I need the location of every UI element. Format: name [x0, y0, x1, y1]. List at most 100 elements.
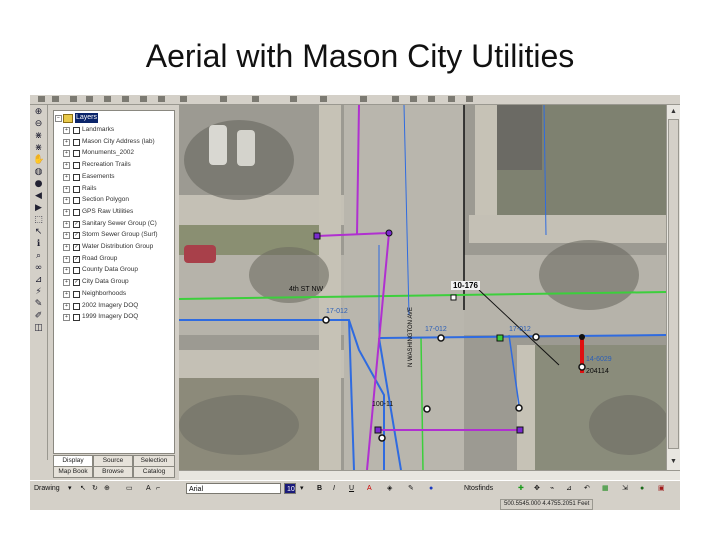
bold-button[interactable]: B [317, 484, 322, 494]
table-icon[interactable]: ▦ [602, 484, 609, 494]
font-size-arrow-icon[interactable]: ▾ [300, 484, 304, 494]
toolbar-button[interactable] [38, 96, 45, 102]
expand-icon[interactable]: + [63, 279, 70, 287]
export-icon[interactable]: ▣ [658, 484, 665, 494]
italic-button[interactable]: I [333, 484, 335, 494]
layer-row[interactable]: + ✓ Water Distribution Group [54, 242, 174, 252]
vertical-scrollbar[interactable]: ▲ ▼ [666, 105, 680, 470]
text-tool[interactable]: A [146, 484, 151, 494]
layer-row[interactable]: +2002 Imagery DOQ [54, 301, 174, 311]
forward-extent-icon[interactable]: ▶ [33, 204, 44, 213]
scroll-down-icon[interactable]: ▼ [668, 456, 679, 467]
layer-visibility-checkbox[interactable]: ✓ [73, 279, 80, 287]
full-extent-icon[interactable]: ◍ [33, 168, 44, 177]
layer-row[interactable]: + GPS Raw Utilities [54, 207, 174, 217]
layer-row[interactable]: +1999 Imagery DOQ [54, 312, 174, 322]
toolbar-button[interactable] [122, 96, 129, 102]
expand-icon[interactable]: + [63, 127, 70, 134]
layer-visibility-checkbox[interactable]: ✓ [73, 220, 80, 228]
expand-icon[interactable]: + [63, 173, 70, 181]
toolbar-button[interactable] [410, 96, 417, 102]
scale-icon[interactable]: ⇲ [622, 484, 628, 494]
toolbar-button[interactable] [360, 96, 367, 102]
layer-row[interactable]: + ✓ Sanitary Sewer Group (C) [54, 219, 174, 229]
expand-icon[interactable]: + [63, 138, 70, 146]
layer-row[interactable]: + ✓ City Data Group [54, 277, 174, 287]
layer-visibility-checkbox[interactable]: ✓ [73, 232, 80, 240]
fixed-zoom-in-icon[interactable]: ⋇ [33, 132, 44, 141]
layers-root[interactable]: − Layers [54, 113, 174, 123]
toolbar-button[interactable] [392, 96, 399, 102]
pencil-icon[interactable]: ✐ [33, 312, 44, 321]
line-color-icon[interactable]: ✎ [408, 484, 414, 494]
expand-icon[interactable]: + [63, 232, 70, 240]
underline-button[interactable]: U [349, 484, 354, 494]
toolbar-button[interactable] [70, 96, 77, 102]
layer-visibility-checkbox[interactable] [73, 267, 80, 275]
edit-icon[interactable]: ✎ [33, 300, 44, 309]
toolbar-button[interactable] [140, 96, 147, 102]
toolbar-button[interactable] [448, 96, 455, 102]
toolbar-button[interactable] [252, 96, 259, 102]
toolbar-button[interactable] [220, 96, 227, 102]
zoom-out-icon[interactable]: ⊖ [33, 120, 44, 129]
expand-icon[interactable]: + [63, 267, 70, 275]
measure-icon[interactable]: ⊿ [33, 276, 44, 285]
layer-row[interactable]: + Section Polygon [54, 195, 174, 205]
rectangle-icon[interactable]: ▭ [126, 484, 133, 494]
expand-icon[interactable]: + [63, 197, 70, 205]
map-view[interactable]: 4th ST NW 10-176 17-012 17-012 17-012 10… [179, 105, 666, 470]
layer-visibility-checkbox[interactable] [73, 138, 80, 146]
add-icon[interactable]: ✚ [518, 484, 524, 494]
edit-vertices-icon[interactable]: ⌐ [156, 484, 160, 494]
expand-icon[interactable]: + [63, 220, 70, 228]
binoculars-icon[interactable]: ∞ [33, 264, 44, 273]
layer-visibility-checkbox[interactable] [73, 302, 80, 310]
layer-row[interactable]: + Easements [54, 172, 174, 182]
layer-row[interactable]: + Monuments_2002 [54, 148, 174, 158]
back-extent-icon[interactable]: ◀ [33, 192, 44, 201]
marker-color-icon[interactable]: ● [429, 484, 433, 494]
select-elements-icon[interactable]: ↖ [33, 228, 44, 237]
toolbar-button[interactable] [320, 96, 327, 102]
collapse-icon[interactable]: − [55, 115, 62, 122]
layer-row[interactable]: + Recreation Trails [54, 160, 174, 170]
rotate-icon[interactable]: ↻ [92, 484, 98, 494]
pan-icon[interactable]: ✋ [33, 156, 44, 165]
font-size-select[interactable]: 10 [284, 483, 296, 494]
layer-visibility-checkbox[interactable] [73, 197, 80, 205]
toolbar-button[interactable] [180, 96, 187, 102]
layer-visibility-checkbox[interactable] [73, 314, 80, 322]
font-color-icon[interactable]: A [367, 484, 372, 494]
expand-icon[interactable]: + [63, 255, 70, 263]
globe-icon[interactable]: ● [33, 180, 44, 189]
fill-color-icon[interactable]: ◈ [387, 484, 392, 494]
split-icon[interactable]: ⌁ [550, 484, 554, 494]
hyperlink-icon[interactable]: ⚡ [33, 288, 44, 297]
expand-icon[interactable]: + [63, 150, 70, 158]
find-icon[interactable]: ⌕ [33, 252, 44, 261]
layer-visibility-checkbox[interactable] [73, 162, 80, 170]
tools-dropdown[interactable]: Ntosfinds [464, 484, 493, 494]
toolbar-button[interactable] [428, 96, 435, 102]
layer-row[interactable]: + ✓ Road Group [54, 254, 174, 264]
expand-icon[interactable]: + [63, 185, 70, 193]
layer-visibility-checkbox[interactable] [73, 185, 80, 193]
layer-row[interactable]: + Neighborhoods [54, 289, 174, 299]
move-icon[interactable]: ✥ [534, 484, 540, 494]
layer-row[interactable]: + Rails [54, 184, 174, 194]
layer-row[interactable]: + County Data Group [54, 265, 174, 275]
scroll-thumb[interactable] [668, 119, 679, 449]
layer-visibility-checkbox[interactable]: ✓ [73, 244, 80, 251]
sketch-icon[interactable]: ◫ [33, 324, 44, 333]
layer-visibility-checkbox[interactable] [73, 173, 80, 181]
toolbar-button[interactable] [290, 96, 297, 102]
toolbar-button[interactable] [104, 96, 111, 102]
layer-row[interactable]: + Landmarks [54, 125, 174, 135]
layer-row[interactable]: + ✓ Storm Sewer Group (Surf) [54, 230, 174, 240]
undo-icon[interactable]: ↶ [584, 484, 590, 494]
dropdown-arrow-icon[interactable]: ▾ [68, 484, 72, 494]
layer-visibility-checkbox[interactable] [73, 150, 80, 158]
toolbar-button[interactable] [86, 96, 93, 102]
expand-icon[interactable]: + [63, 162, 70, 170]
